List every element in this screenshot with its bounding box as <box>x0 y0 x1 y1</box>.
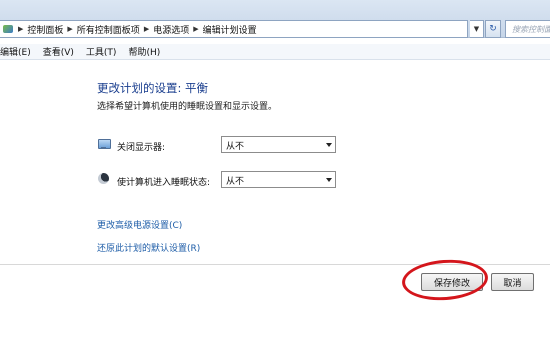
breadcrumb-control-panel[interactable]: 控制面板 <box>27 23 63 36</box>
page-title: 更改计划的设置: 平衡 <box>97 81 209 95</box>
chevron-down-icon: ▼ <box>473 25 480 33</box>
page-subtitle: 选择希望计算机使用的睡眠设置和显示设置。 <box>97 102 278 112</box>
breadcrumb-power-options[interactable]: 电源选项 <box>153 23 189 36</box>
refresh-icon: ↻ <box>489 24 497 34</box>
sleep-label: 使计算机进入睡眠状态: <box>117 178 211 188</box>
chevron-down-icon <box>326 178 332 182</box>
display-off-value: 从不 <box>226 142 245 152</box>
sleep-value: 从不 <box>226 177 245 187</box>
chevron-right-icon[interactable]: ▶ <box>67 25 72 33</box>
restore-defaults-link[interactable]: 还原此计划的默认设置(R) <box>97 241 200 254</box>
sleep-moon-icon <box>98 173 110 185</box>
cancel-button[interactable]: 取消 <box>491 273 534 291</box>
menu-tools[interactable]: 工具(T) <box>86 45 117 58</box>
menu-edit[interactable]: 编辑(E) <box>0 45 31 58</box>
monitor-icon <box>98 138 111 150</box>
search-input[interactable]: 搜索控制面 <box>505 20 550 38</box>
chevron-down-icon <box>326 143 332 147</box>
display-off-select[interactable]: 从不 <box>221 136 336 153</box>
breadcrumb-all-items[interactable]: 所有控制面板项 <box>77 23 140 36</box>
display-off-label: 关闭显示器: <box>117 143 166 153</box>
chevron-right-icon[interactable]: ▶ <box>18 25 23 33</box>
breadcrumb[interactable]: ▶ 控制面板 ▶ 所有控制面板项 ▶ 电源选项 ▶ 编辑计划设置 <box>0 20 468 38</box>
menu-view[interactable]: 查看(V) <box>43 45 74 58</box>
chevron-right-icon[interactable]: ▶ <box>193 25 198 33</box>
breadcrumb-edit-plan[interactable]: 编辑计划设置 <box>203 23 257 36</box>
menu-bar: 编辑(E) 查看(V) 工具(T) 帮助(H) <box>0 44 550 60</box>
menu-help[interactable]: 帮助(H) <box>128 45 160 58</box>
advanced-power-settings-link[interactable]: 更改高级电源设置(C) <box>97 218 182 231</box>
control-panel-icon <box>2 23 14 35</box>
chevron-right-icon[interactable]: ▶ <box>144 25 149 33</box>
refresh-button[interactable]: ↻ <box>485 20 501 38</box>
address-bar: ▶ 控制面板 ▶ 所有控制面板项 ▶ 电源选项 ▶ 编辑计划设置 ▼ ↻ 搜索控… <box>0 0 550 38</box>
sleep-select[interactable]: 从不 <box>221 171 336 188</box>
address-dropdown-button[interactable]: ▼ <box>470 20 484 38</box>
